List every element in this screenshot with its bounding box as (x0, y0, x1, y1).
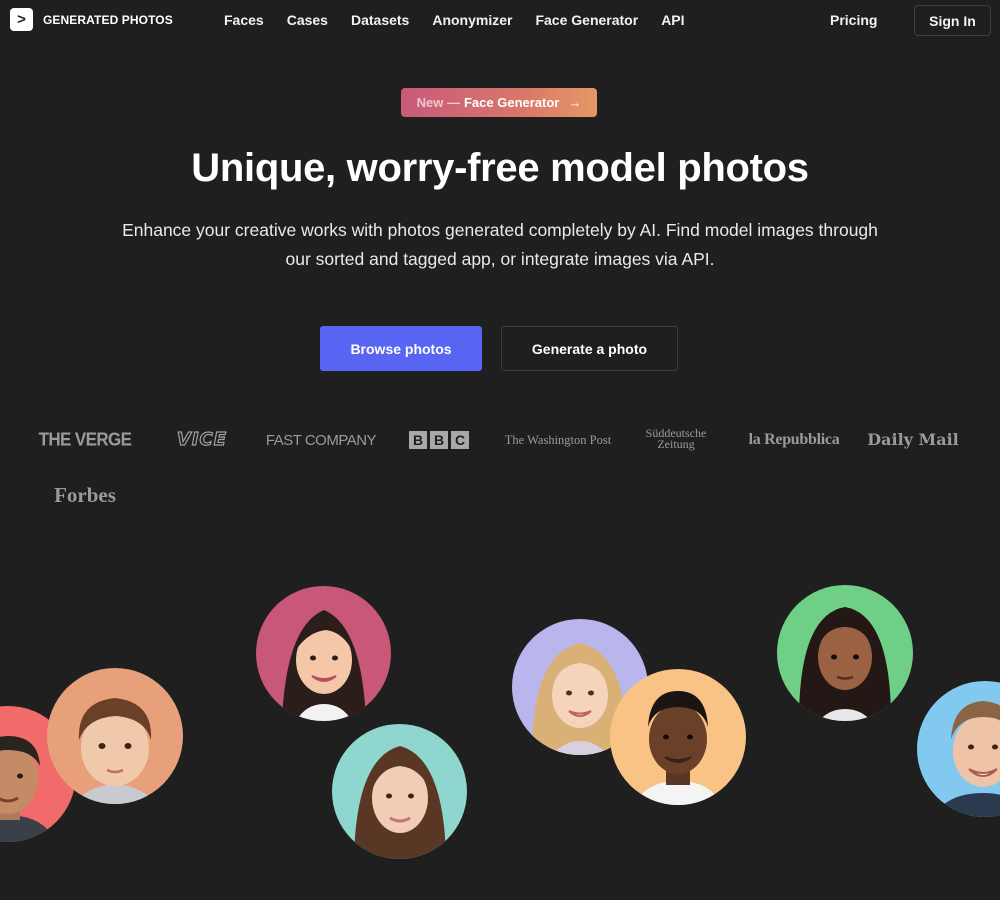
bbc-letter: B (409, 431, 427, 449)
young-woman-avatar (332, 724, 467, 859)
washington-post-logo: The Washington Post (504, 433, 612, 447)
the-verge-logo: THE VERGE (38, 429, 132, 450)
bbc-logo: B B C (409, 431, 469, 449)
nav-link-pricing[interactable]: Pricing (830, 12, 877, 28)
nav-links: Faces Cases Datasets Anonymizer Face Gen… (224, 12, 708, 28)
hero-title: Unique, worry-free model photos (191, 146, 809, 190)
daily-mail-logo: Daily Mail (867, 430, 959, 449)
landing-page: > GENERATED PHOTOS Faces Cases Datasets … (0, 0, 1000, 900)
sz-line-2: Zeitung (657, 437, 695, 451)
sueddeutsche-zeitung-logo: Süddeutsche Zeitung (636, 427, 716, 451)
bbc-letter: B (430, 431, 448, 449)
badge-new-label: New — (416, 95, 460, 110)
nav-link-anonymizer[interactable]: Anonymizer (432, 12, 512, 28)
generate-photo-button[interactable]: Generate a photo (501, 326, 678, 371)
teen-girl-avatar (777, 585, 913, 721)
top-nav: > GENERATED PHOTOS Faces Cases Datasets … (0, 0, 1000, 40)
nav-link-cases[interactable]: Cases (287, 12, 328, 28)
nav-link-face-generator[interactable]: Face Generator (535, 12, 638, 28)
hero-subtitle: Enhance your creative works with photos … (122, 220, 878, 269)
brand-logo[interactable]: > GENERATED PHOTOS (10, 8, 173, 31)
smiling-man-avatar (917, 681, 1000, 817)
arrow-right-icon: → (568, 95, 582, 110)
woman-avatar (256, 586, 391, 721)
la-repubblica-logo: la Repubblica (748, 431, 840, 448)
bbc-letter: C (451, 431, 469, 449)
browse-photos-button[interactable]: Browse photos (320, 326, 482, 371)
fast-company-logo: FAST COMPANY (265, 432, 377, 449)
nav-link-api[interactable]: API (661, 12, 684, 28)
young-man-avatar (610, 669, 746, 805)
nav-link-faces[interactable]: Faces (224, 12, 264, 28)
toddler-avatar (47, 668, 183, 804)
brand-name: GENERATED PHOTOS (43, 12, 173, 27)
badge-feature-label: Face Generator (463, 95, 560, 110)
sign-in-button[interactable]: Sign In (914, 5, 991, 36)
vice-logo: VICE (176, 428, 228, 450)
new-feature-badge[interactable]: New — Face Generator → (401, 88, 597, 117)
logo-icon: > (10, 8, 33, 31)
nav-link-datasets[interactable]: Datasets (351, 12, 409, 28)
forbes-logo: Forbes (54, 483, 116, 507)
